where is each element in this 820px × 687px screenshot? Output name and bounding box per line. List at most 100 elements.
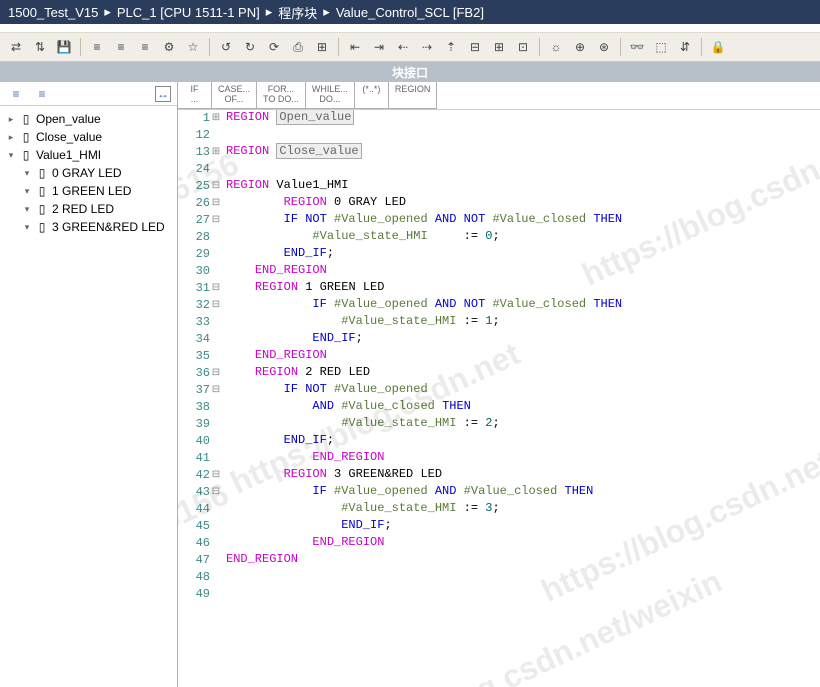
code-line[interactable]: REGION Open_value xyxy=(226,110,820,127)
code-line[interactable]: END_IF; xyxy=(226,331,820,348)
breadcrumb-item[interactable]: 程序块 xyxy=(278,3,317,22)
fold-icon[interactable]: ⊞ xyxy=(210,146,222,158)
code-line[interactable] xyxy=(226,586,820,603)
fold-icon[interactable]: ⊟ xyxy=(210,367,222,379)
tool-icon[interactable]: ⇄ xyxy=(6,37,26,57)
expand-arrow-icon[interactable]: ▸ xyxy=(6,132,16,143)
keyword-button[interactable]: CASE...OF... xyxy=(212,82,257,109)
code-line[interactable]: END_REGION xyxy=(226,535,820,552)
indent-icon[interactable]: ⇤ xyxy=(345,37,365,57)
code-line[interactable]: REGION Close_value xyxy=(226,144,820,161)
tool-icon[interactable]: ⊞ xyxy=(312,37,332,57)
tool-icon[interactable]: ⊡ xyxy=(513,37,533,57)
tool-icon[interactable]: ⬚ xyxy=(651,37,671,57)
glasses-icon[interactable]: 👓 xyxy=(627,37,647,57)
keyword-button[interactable]: REGION xyxy=(389,82,438,109)
tool-icon[interactable]: ⇅ xyxy=(30,37,50,57)
code-line[interactable]: REGION 3 GREEN&RED LED xyxy=(226,467,820,484)
line-number: 34 xyxy=(190,332,210,346)
code-line[interactable] xyxy=(226,127,820,144)
code-line[interactable]: IF #Value_opened AND #Value_closed THEN xyxy=(226,484,820,501)
code-line[interactable]: REGION 0 GRAY LED xyxy=(226,195,820,212)
tool-icon[interactable]: ⊕ xyxy=(570,37,590,57)
tool-icon[interactable]: ↻ xyxy=(240,37,260,57)
tool-icon[interactable]: ⇵ xyxy=(675,37,695,57)
tool-icon[interactable]: ⎙ xyxy=(288,37,308,57)
code-line[interactable]: REGION 1 GREEN LED xyxy=(226,280,820,297)
keyword-button[interactable]: FOR...TO DO... xyxy=(257,82,306,109)
tool-icon[interactable]: ⇠ xyxy=(393,37,413,57)
expand-arrow-icon[interactable]: ▾ xyxy=(22,168,32,179)
line-number: 47 xyxy=(190,553,210,567)
code-line[interactable]: AND #Value_closed THEN xyxy=(226,399,820,416)
fold-icon[interactable]: ⊟ xyxy=(210,469,222,481)
code-line[interactable]: END_IF; xyxy=(226,518,820,535)
tool-icon[interactable]: ⇢ xyxy=(417,37,437,57)
code-line[interactable]: REGION Value1_HMI xyxy=(226,178,820,195)
breadcrumb-item[interactable]: 1500_Test_V15 xyxy=(8,5,98,20)
tool-icon[interactable]: ⟳ xyxy=(264,37,284,57)
indent-icon[interactable]: ⇥ xyxy=(369,37,389,57)
fold-icon[interactable]: ⊟ xyxy=(210,282,222,294)
tree-item[interactable]: ▾▯2 RED LED xyxy=(0,200,177,218)
code-line[interactable]: END_REGION xyxy=(226,450,820,467)
tool-icon[interactable]: ≡ xyxy=(111,37,131,57)
expand-arrow-icon[interactable]: ▾ xyxy=(22,204,32,215)
code-line[interactable]: #Value_state_HMI := 0; xyxy=(226,229,820,246)
code-line[interactable]: #Value_state_HMI := 1; xyxy=(226,314,820,331)
expand-arrow-icon[interactable]: ▾ xyxy=(22,186,32,197)
tool-icon[interactable]: ⇡ xyxy=(441,37,461,57)
tool-icon[interactable]: ≡ xyxy=(135,37,155,57)
tree-item[interactable]: ▸▯Open_value xyxy=(0,110,177,128)
expand-arrow-icon[interactable]: ▾ xyxy=(6,150,16,161)
code-line[interactable]: IF NOT #Value_opened AND NOT #Value_clos… xyxy=(226,212,820,229)
tool-icon[interactable]: ≡ xyxy=(87,37,107,57)
tool-icon[interactable]: ⊟ xyxy=(465,37,485,57)
tree-item[interactable]: ▾▯0 GRAY LED xyxy=(0,164,177,182)
fold-icon[interactable]: ⊟ xyxy=(210,180,222,192)
code-line[interactable] xyxy=(226,161,820,178)
code-line[interactable]: #Value_state_HMI := 3; xyxy=(226,501,820,518)
keyword-button[interactable]: IF... xyxy=(178,82,212,109)
expand-arrow-icon[interactable]: ▾ xyxy=(22,222,32,233)
tree-item[interactable]: ▾▯1 GREEN LED xyxy=(0,182,177,200)
fold-icon[interactable]: ⊟ xyxy=(210,299,222,311)
fold-icon[interactable]: ⊟ xyxy=(210,486,222,498)
code-line[interactable]: IF NOT #Value_opened xyxy=(226,382,820,399)
code-line[interactable]: REGION 2 RED LED xyxy=(226,365,820,382)
code-line[interactable]: END_IF; xyxy=(226,433,820,450)
code-line[interactable]: END_REGION xyxy=(226,348,820,365)
code-line[interactable]: END_REGION xyxy=(226,263,820,280)
code-line[interactable]: IF #Value_opened AND NOT #Value_closed T… xyxy=(226,297,820,314)
tree-item[interactable]: ▾▯3 GREEN&RED LED xyxy=(0,218,177,236)
tool-icon[interactable]: ⚙ xyxy=(159,37,179,57)
breadcrumb-item[interactable]: Value_Control_SCL [FB2] xyxy=(336,5,484,20)
tool-icon[interactable]: ☆ xyxy=(183,37,203,57)
code-line[interactable]: END_IF; xyxy=(226,246,820,263)
fold-icon[interactable]: ⊟ xyxy=(210,384,222,396)
tool-icon[interactable]: ↺ xyxy=(216,37,236,57)
fold-icon[interactable]: ⊞ xyxy=(210,112,222,124)
breadcrumb-item[interactable]: PLC_1 [CPU 1511-1 PN] xyxy=(117,5,260,20)
tree-item[interactable]: ▾▯Value1_HMI xyxy=(0,146,177,164)
lock-icon[interactable]: 🔒 xyxy=(708,37,728,57)
code-line[interactable]: END_REGION xyxy=(226,552,820,569)
sync-icon[interactable]: ↔ xyxy=(155,86,171,102)
code-area[interactable]: 1⊞1213⊞2425⊟26⊟27⊟28293031⊟32⊟33343536⊟3… xyxy=(178,110,820,687)
save-icon[interactable]: 💾 xyxy=(54,37,74,57)
tool-icon[interactable]: ☼ xyxy=(546,37,566,57)
fold-icon[interactable]: ⊟ xyxy=(210,214,222,226)
collapse-icon[interactable]: ≡ xyxy=(32,84,52,104)
code-line[interactable] xyxy=(226,569,820,586)
tree-item[interactable]: ▸▯Close_value xyxy=(0,128,177,146)
tool-icon[interactable]: ⊞ xyxy=(489,37,509,57)
fold-icon[interactable]: ⊟ xyxy=(210,197,222,209)
code-line[interactable]: #Value_state_HMI := 2; xyxy=(226,416,820,433)
expand-arrow-icon[interactable]: ▸ xyxy=(6,114,16,125)
expand-icon[interactable]: ≡ xyxy=(6,84,26,104)
line-number: 36 xyxy=(190,366,210,380)
keyword-button[interactable]: (*..*) xyxy=(355,82,389,109)
tool-icon[interactable]: ⊛ xyxy=(594,37,614,57)
keyword-button[interactable]: WHILE...DO... xyxy=(306,82,355,109)
code-editor[interactable]: IF...CASE...OF...FOR...TO DO...WHILE...D… xyxy=(178,82,820,687)
